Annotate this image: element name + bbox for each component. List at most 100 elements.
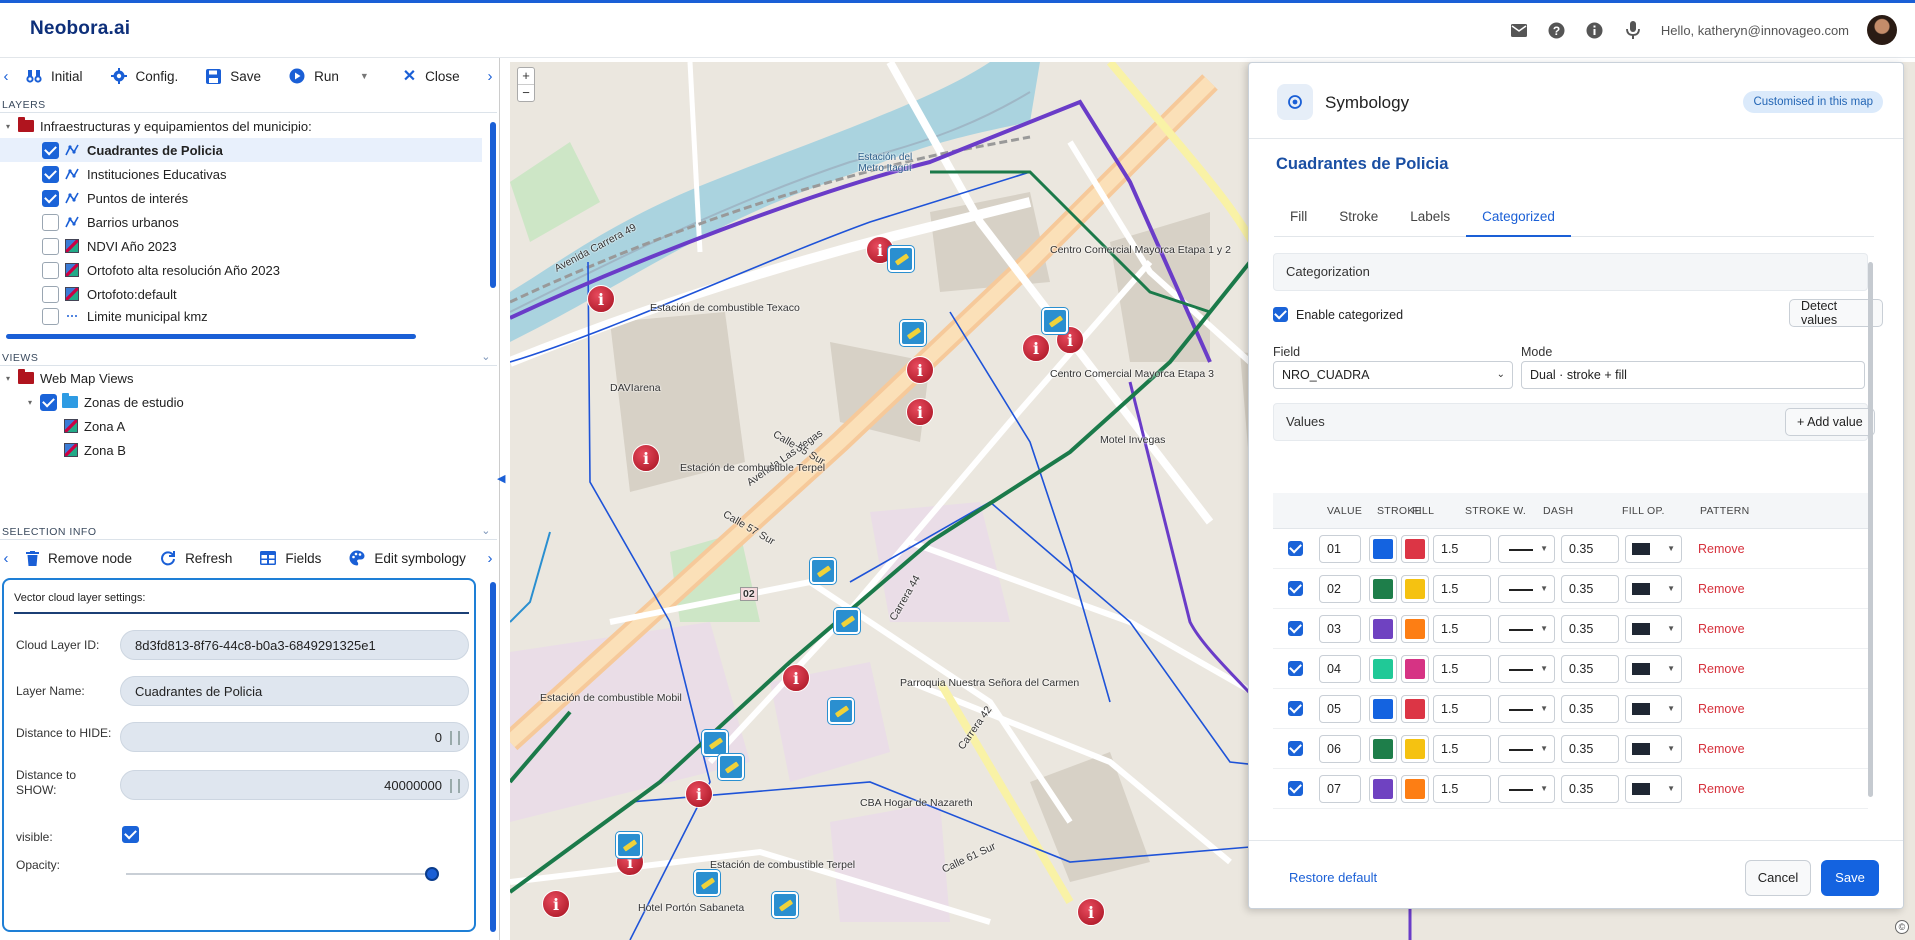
stroke-width-input[interactable]: 1.5	[1433, 735, 1491, 763]
remove-value-button[interactable]: Remove	[1698, 782, 1745, 796]
layer-visibility-checkbox[interactable]	[42, 165, 59, 183]
layer-item-ortofoto-default[interactable]: Ortofoto:default	[0, 282, 486, 306]
view-item-zona-a[interactable]: Zona A	[64, 414, 550, 438]
poi-info-marker[interactable]: i	[542, 890, 570, 918]
layer-item-instituciones[interactable]: Instituciones Educativas	[0, 162, 486, 186]
dash-select[interactable]: ▼	[1498, 695, 1555, 723]
layer-item-barrios[interactable]: Barrios urbanos	[0, 210, 486, 234]
refresh-button[interactable]: Refresh	[146, 550, 246, 566]
fill-opacity-input[interactable]: 0.35	[1561, 735, 1619, 763]
value-input[interactable]: 01	[1319, 535, 1361, 563]
fill-opacity-input[interactable]: 0.35	[1561, 575, 1619, 603]
fill-opacity-input[interactable]: 0.35	[1561, 775, 1619, 803]
poi-info-marker[interactable]: i	[1077, 898, 1105, 926]
opacity-slider[interactable]	[126, 864, 439, 884]
views-folder[interactable]: ▾ Zonas de estudio	[28, 390, 514, 414]
remove-value-button[interactable]: Remove	[1698, 622, 1745, 636]
views-root[interactable]: ▾ Web Map Views	[6, 366, 492, 390]
layer-name-field[interactable]: Cuadrantes de Policia	[120, 676, 469, 706]
stroke-color-swatch[interactable]	[1369, 575, 1397, 603]
dash-select[interactable]: ▼	[1498, 535, 1555, 563]
stepper-icon[interactable]	[450, 779, 460, 793]
info-icon[interactable]	[1585, 20, 1605, 40]
stepper-icon[interactable]	[450, 731, 460, 745]
fill-color-swatch[interactable]	[1401, 695, 1429, 723]
tab-fill[interactable]: Fill	[1274, 197, 1323, 237]
mode-field[interactable]: Dual · stroke + fill	[1521, 361, 1865, 389]
value-enabled-checkbox[interactable]	[1288, 741, 1303, 756]
school-marker[interactable]	[694, 870, 720, 896]
enable-categorized-checkbox[interactable]	[1273, 307, 1288, 322]
layers-horizontal-scrollbar[interactable]	[6, 334, 416, 339]
view-item-zona-b[interactable]: Zona B	[64, 438, 550, 462]
cloud-id-field[interactable]: 8d3fd813-8f76-44c8-b0a3-6849291325e1	[120, 630, 469, 660]
mail-icon[interactable]	[1509, 20, 1529, 40]
selection-toolbar-left-icon[interactable]: ‹	[0, 550, 12, 567]
fill-opacity-input[interactable]: 0.35	[1561, 615, 1619, 643]
save-layout-button[interactable]: Save	[192, 68, 275, 84]
stroke-color-swatch[interactable]	[1369, 735, 1397, 763]
school-marker[interactable]	[772, 892, 798, 918]
layer-visibility-checkbox[interactable]	[42, 141, 59, 159]
value-enabled-checkbox[interactable]	[1288, 621, 1303, 636]
tab-categorized[interactable]: Categorized	[1466, 197, 1571, 237]
poi-info-marker[interactable]: i	[906, 398, 934, 426]
pattern-select[interactable]: ▼	[1625, 615, 1682, 643]
selection-scrollbar[interactable]	[490, 582, 496, 932]
fill-opacity-input[interactable]: 0.35	[1561, 535, 1619, 563]
remove-value-button[interactable]: Remove	[1698, 742, 1745, 756]
remove-value-button[interactable]: Remove	[1698, 582, 1745, 596]
fields-button[interactable]: Fields	[246, 551, 335, 566]
collapse-panel-icon[interactable]: ◀	[497, 472, 505, 485]
pattern-select[interactable]: ▼	[1625, 695, 1682, 723]
restore-default-link[interactable]: Restore default	[1289, 870, 1377, 885]
school-marker[interactable]	[616, 832, 642, 858]
cancel-button[interactable]: Cancel	[1745, 860, 1811, 896]
pattern-select[interactable]: ▼	[1625, 575, 1682, 603]
field-select[interactable]: NRO_CUADRA ⌄	[1273, 361, 1513, 389]
fill-opacity-input[interactable]: 0.35	[1561, 695, 1619, 723]
layer-visibility-checkbox[interactable]	[42, 213, 59, 231]
fill-color-swatch[interactable]	[1401, 615, 1429, 643]
help-icon[interactable]: ?	[1547, 20, 1567, 40]
dash-select[interactable]: ▼	[1498, 655, 1555, 683]
stroke-color-swatch[interactable]	[1369, 775, 1397, 803]
value-input[interactable]: 05	[1319, 695, 1361, 723]
fill-color-swatch[interactable]	[1401, 535, 1429, 563]
toolbar-scroll-right-icon[interactable]: ›	[484, 68, 496, 85]
layer-item-cuadrantes[interactable]: Cuadrantes de Policia	[0, 138, 482, 162]
save-button[interactable]: Save	[1821, 860, 1879, 896]
layer-item-puntos[interactable]: Puntos de interés	[0, 186, 486, 210]
poi-info-marker[interactable]: i	[782, 664, 810, 692]
avatar[interactable]	[1867, 15, 1897, 45]
pattern-select[interactable]: ▼	[1625, 775, 1682, 803]
layer-group[interactable]: ▾ Infraestructuras y equipamientos del m…	[6, 114, 492, 138]
value-enabled-checkbox[interactable]	[1288, 781, 1303, 796]
chevron-down-icon[interactable]: ⌄	[481, 350, 491, 363]
poi-info-marker[interactable]: i	[1022, 334, 1050, 362]
stroke-color-swatch[interactable]	[1369, 535, 1397, 563]
layer-visibility-checkbox[interactable]	[42, 237, 59, 255]
collapse-icon[interactable]: ▾	[6, 374, 18, 383]
tab-labels[interactable]: Labels	[1394, 197, 1466, 237]
chevron-down-icon[interactable]: ⌄	[481, 524, 491, 537]
edit-symbology-button[interactable]: Edit symbology	[335, 550, 480, 566]
dash-select[interactable]: ▼	[1498, 575, 1555, 603]
add-value-button[interactable]: + Add value	[1785, 408, 1875, 436]
layer-item-ortofoto-alta[interactable]: Ortofoto alta resolución Año 2023	[0, 258, 486, 282]
pattern-select[interactable]: ▼	[1625, 735, 1682, 763]
stroke-color-swatch[interactable]	[1369, 655, 1397, 683]
attribution-icon[interactable]: ©	[1895, 920, 1909, 934]
collapse-icon[interactable]: ▾	[28, 398, 40, 407]
run-dropdown-icon[interactable]: ▼	[360, 71, 369, 81]
remove-value-button[interactable]: Remove	[1698, 662, 1745, 676]
value-input[interactable]: 03	[1319, 615, 1361, 643]
layer-item-limite[interactable]: Limite municipal kmz	[0, 306, 486, 326]
stroke-width-input[interactable]: 1.5	[1433, 535, 1491, 563]
app-logo[interactable]: Neobora.ai	[30, 18, 130, 40]
dash-select[interactable]: ▼	[1498, 775, 1555, 803]
value-enabled-checkbox[interactable]	[1288, 661, 1303, 676]
poi-info-marker[interactable]: i	[587, 285, 615, 313]
poi-info-marker[interactable]: i	[632, 444, 660, 472]
stroke-width-input[interactable]: 1.5	[1433, 615, 1491, 643]
